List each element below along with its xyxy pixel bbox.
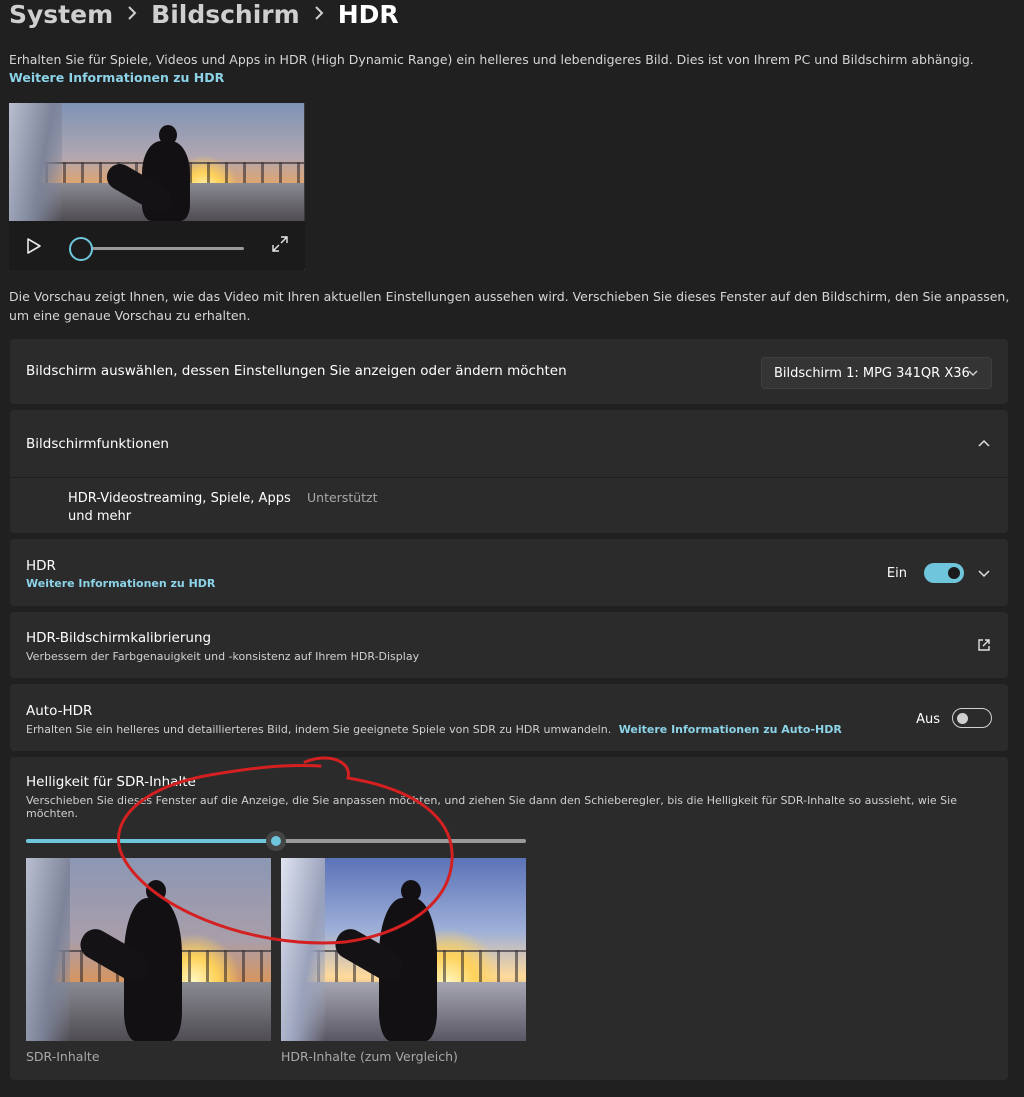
sdr-brightness-slider-thumb[interactable]	[266, 831, 286, 851]
toggle-knob	[957, 713, 968, 724]
hdr-toggle[interactable]	[924, 563, 964, 583]
capability-status: Unterstützt	[307, 490, 378, 505]
chevron-up-icon	[978, 439, 990, 447]
capabilities-title: Bildschirmfunktionen	[26, 436, 169, 452]
hdr-card: HDR Weitere Informationen zu HDR Ein	[10, 539, 1008, 606]
capability-feature: HDR-Videostreaming, Spiele, Apps und meh…	[68, 490, 291, 526]
chevron-right-icon	[314, 4, 324, 25]
sdr-brightness-card: Helligkeit für SDR-Inhalte Verschieben S…	[10, 757, 1008, 1080]
video-controls	[9, 221, 305, 269]
breadcrumb-system[interactable]: System	[9, 0, 113, 29]
divider	[10, 477, 1008, 478]
display-capabilities-card: Bildschirmfunktionen HDR-Videostreaming,…	[10, 410, 1008, 533]
play-button[interactable]	[23, 235, 45, 257]
hdr-info-link[interactable]: Weitere Informationen zu HDR	[26, 577, 215, 590]
sdr-caption: SDR-Inhalte	[26, 1049, 100, 1064]
capability-feature-line2: und mehr	[68, 509, 132, 524]
auto-hdr-state-label: Aus	[916, 712, 940, 727]
auto-hdr-description: Erhalten Sie ein helleres und detaillier…	[26, 723, 842, 736]
sdr-brightness-slider-fill	[26, 839, 276, 843]
auto-hdr-card: Auto-HDR Erhalten Sie ein helleres und d…	[10, 684, 1008, 751]
display-select-value: Bildschirm 1: MPG 341QR X36	[774, 365, 970, 381]
auto-hdr-title: Auto-HDR	[26, 703, 93, 719]
sdr-preview-image	[26, 858, 271, 1041]
calibration-title: HDR-Bildschirmkalibrierung	[26, 630, 212, 646]
capabilities-header[interactable]: Bildschirmfunktionen	[10, 410, 1008, 477]
video-progress-track[interactable]	[81, 247, 244, 250]
sdr-brightness-text: Helligkeit für SDR-Inhalte Verschieben S…	[26, 774, 1008, 820]
chevron-down-icon[interactable]	[977, 566, 991, 580]
auto-hdr-toggle[interactable]	[952, 708, 992, 728]
chevron-down-icon	[968, 370, 978, 376]
auto-hdr-subtitle: Erhalten Sie ein helleres und detaillier…	[26, 723, 612, 736]
calibration-text: HDR-Bildschirmkalibrierung Verbessern de…	[26, 630, 419, 663]
intro-description: Erhalten Sie für Spiele, Videos und Apps…	[9, 51, 1014, 87]
external-link-icon	[978, 639, 990, 651]
toggle-knob	[948, 567, 960, 579]
intro-text: Erhalten Sie für Spiele, Videos und Apps…	[9, 52, 974, 67]
sdr-brightness-subtitle: Verschieben Sie dieses Fenster auf die A…	[26, 794, 957, 820]
chevron-right-icon	[127, 4, 137, 25]
capability-feature-line1: HDR-Videostreaming, Spiele, Apps	[68, 491, 291, 506]
intro-hdr-link[interactable]: Weitere Informationen zu HDR	[9, 70, 224, 85]
fullscreen-button[interactable]	[272, 236, 288, 256]
hdr-caption: HDR-Inhalte (zum Vergleich)	[281, 1049, 458, 1064]
display-select-label: Bildschirm auswählen, dessen Einstellung…	[26, 363, 567, 379]
hdr-text: HDR Weitere Informationen zu HDR	[26, 558, 215, 590]
preview-note: Die Vorschau zeigt Ihnen, wie das Video …	[9, 289, 1010, 323]
calibration-subtitle: Verbessern der Farbgenauigkeit und -kons…	[26, 650, 420, 663]
video-frame	[9, 103, 304, 221]
hdr-state-label: Ein	[886, 566, 907, 581]
hdr-preview-image	[281, 858, 526, 1041]
play-icon	[27, 238, 41, 254]
auto-hdr-text: Auto-HDR Erhalten Sie ein helleres und d…	[26, 703, 842, 736]
breadcrumb: System Bildschirm HDR	[9, 0, 399, 34]
hdr-calibration-card[interactable]: HDR-Bildschirmkalibrierung Verbessern de…	[10, 612, 1008, 678]
hdr-title: HDR	[26, 558, 56, 574]
display-select-dropdown[interactable]: Bildschirm 1: MPG 341QR X36	[761, 357, 992, 389]
display-select-card: Bildschirm auswählen, dessen Einstellung…	[10, 339, 1008, 404]
video-progress-thumb[interactable]	[69, 237, 93, 261]
breadcrumb-bildschirm[interactable]: Bildschirm	[151, 0, 300, 29]
page-title: HDR	[337, 0, 399, 29]
sdr-brightness-title: Helligkeit für SDR-Inhalte	[26, 774, 196, 790]
auto-hdr-info-link[interactable]: Weitere Informationen zu Auto-HDR	[619, 723, 842, 736]
expand-icon	[272, 236, 288, 252]
